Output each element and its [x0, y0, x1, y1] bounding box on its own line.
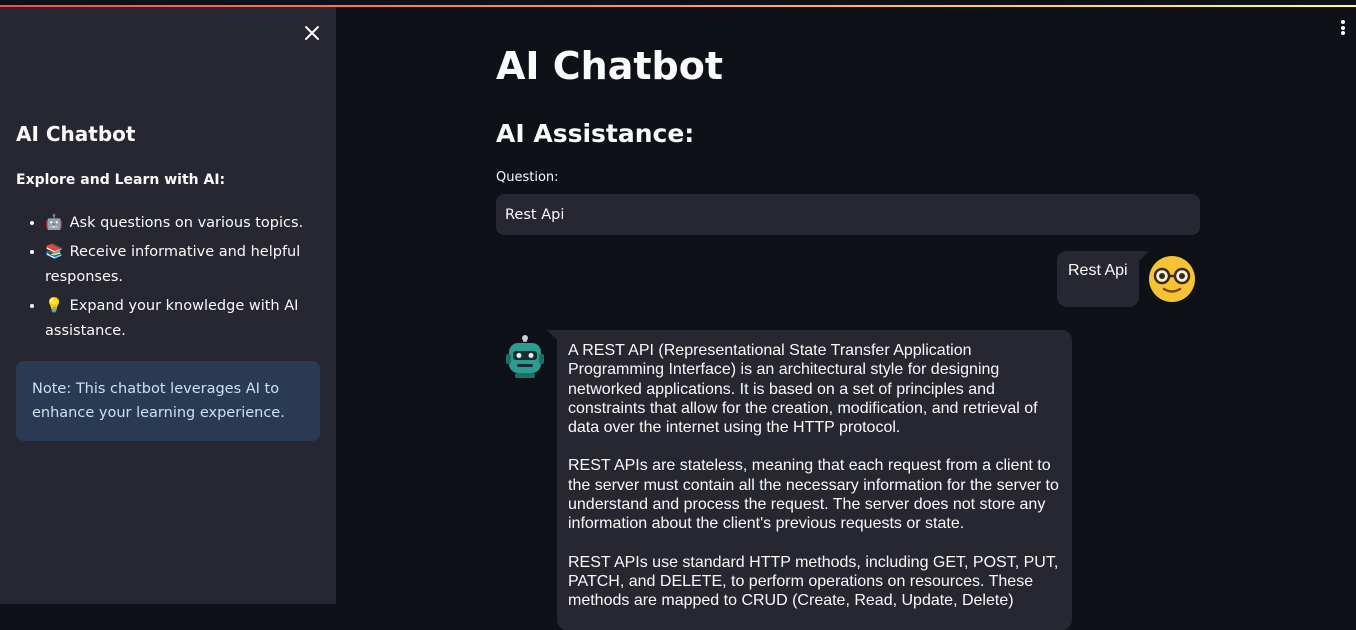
- assistant-paragraph: A REST API (Representational State Trans…: [568, 342, 1038, 437]
- list-item: 📚 Receive informative and helpful respon…: [45, 240, 335, 290]
- close-sidebar-button[interactable]: [301, 22, 323, 44]
- user-message-text: Rest Api: [1068, 262, 1128, 279]
- nerd-face-icon: [1149, 256, 1195, 302]
- list-item-text: Expand your knowledge with AI assistance…: [45, 298, 299, 339]
- assistant-message-bubble: A REST API (Representational State Trans…: [547, 330, 1072, 630]
- close-icon: [305, 26, 319, 40]
- robot-icon: 🤖: [45, 215, 64, 231]
- sidebar: AI Chatbot Explore and Learn with AI: 🤖 …: [0, 7, 336, 604]
- books-icon: 📚: [45, 244, 64, 260]
- section-title: AI Assistance:: [496, 119, 695, 148]
- page-title: AI Chatbot: [496, 44, 723, 88]
- sidebar-title: AI Chatbot: [16, 122, 136, 146]
- list-item-text: Ask questions on various topics.: [69, 215, 304, 231]
- info-note: Note: This chatbot leverages AI to enhan…: [16, 361, 320, 441]
- menu-dot: [1341, 25, 1345, 30]
- question-label: Question:: [496, 170, 559, 185]
- lightbulb-icon: 💡: [45, 298, 64, 314]
- list-item: 🤖 Ask questions on various topics.: [45, 211, 335, 236]
- question-input[interactable]: [496, 194, 1200, 235]
- assistant-paragraph: REST APIs use standard HTTP methods, inc…: [568, 553, 1059, 610]
- feature-list: 🤖 Ask questions on various topics. 📚 Rec…: [16, 211, 335, 348]
- bot-avatar-icon: [506, 335, 544, 378]
- assistant-paragraph: REST APIs are stateless, meaning that ea…: [568, 457, 1059, 533]
- kebab-menu-icon: [1341, 20, 1345, 24]
- main-menu-button[interactable]: [1336, 20, 1350, 40]
- top-decoration: [0, 0, 1356, 7]
- user-message-bubble: Rest Api: [1057, 251, 1149, 307]
- menu-dot: [1341, 31, 1345, 35]
- list-item-text: Receive informative and helpful response…: [45, 244, 301, 285]
- list-item: 💡 Expand your knowledge with AI assistan…: [45, 294, 335, 344]
- sidebar-subtitle: Explore and Learn with AI:: [16, 172, 226, 188]
